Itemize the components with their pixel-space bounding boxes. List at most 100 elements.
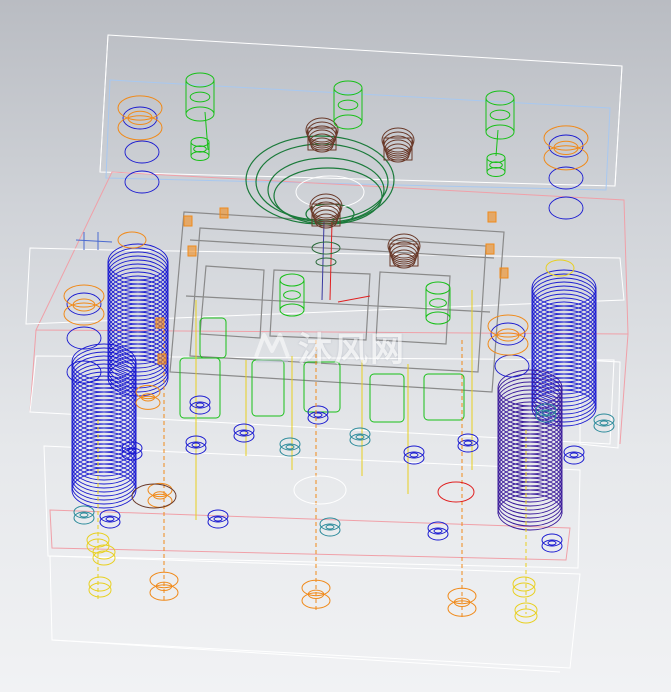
- bush-bottom: [487, 332, 529, 356]
- green-rod: [204, 111, 209, 151]
- brown-ring: [382, 131, 414, 155]
- green-mid: [337, 99, 359, 111]
- spring-coil: [71, 359, 137, 397]
- green-mid: [189, 91, 211, 103]
- yellow-washer: [512, 582, 536, 598]
- spring-coil: [497, 457, 563, 495]
- mold-assembly-wireframe[interactable]: [0, 0, 671, 692]
- green-base: [485, 124, 515, 140]
- spring-coil: [497, 489, 563, 527]
- green-base: [425, 311, 451, 325]
- spring-coil: [497, 397, 563, 435]
- spring-right-upper: [531, 269, 597, 427]
- spring-coil: [531, 325, 597, 363]
- bush-top: [543, 125, 589, 151]
- yellow-washer: [88, 576, 112, 592]
- red-ring: [437, 481, 475, 503]
- screw-hole: [195, 402, 205, 408]
- green-base: [333, 114, 363, 130]
- screw-hole: [409, 452, 419, 458]
- green-base: [190, 151, 210, 161]
- washer: [66, 292, 102, 316]
- washer: [124, 140, 160, 164]
- spring-coil: [107, 255, 169, 293]
- spring-coil: [71, 387, 137, 425]
- screw-hole: [285, 444, 295, 450]
- bushing-mid-left: [63, 284, 105, 326]
- frame-window-left: [199, 265, 265, 339]
- spring-coil: [497, 445, 563, 483]
- spring-coil: [71, 375, 137, 413]
- spring-coil: [107, 279, 169, 317]
- brown-block-1: [305, 117, 339, 153]
- orange-tab: [487, 211, 497, 223]
- green-cap: [425, 281, 451, 295]
- orange-tab: [157, 353, 167, 365]
- screw-hole: [213, 516, 223, 522]
- red-line: [337, 295, 371, 303]
- sprue-column: [311, 221, 341, 301]
- green-cap: [279, 273, 305, 287]
- spring-coil: [531, 345, 597, 383]
- screw: [307, 405, 329, 425]
- screw-hole: [433, 528, 443, 534]
- screw-hole: [355, 434, 365, 440]
- green-cap: [485, 90, 515, 106]
- orange-tab: [219, 207, 229, 219]
- green-lifter: [303, 361, 341, 413]
- frame-rail: [189, 239, 495, 259]
- bush-hole: [72, 298, 96, 312]
- spring-coil: [497, 385, 563, 423]
- bush-hole: [553, 140, 579, 155]
- spring-coil: [71, 471, 137, 509]
- spring-coil: [107, 259, 169, 297]
- yellow-washer: [88, 582, 112, 598]
- green-leader-2: [333, 80, 363, 130]
- spring-coil: [107, 271, 169, 309]
- top-plate-blue-outline: [105, 79, 611, 191]
- spring-coil: [71, 459, 137, 497]
- yellow-washer: [512, 576, 536, 592]
- orange-tab: [155, 317, 165, 329]
- spring-coil: [497, 469, 563, 507]
- frame-rail: [185, 295, 491, 313]
- spring-coil: [71, 399, 137, 437]
- spring-coil: [497, 413, 563, 451]
- spring-left-lower: [71, 343, 137, 509]
- screw: [207, 509, 229, 529]
- cad-viewport[interactable]: 沐风网: [0, 0, 671, 692]
- spring-coil: [497, 409, 563, 447]
- spring-coil: [71, 367, 137, 405]
- spring-coil: [107, 275, 169, 313]
- brown-ring: [384, 139, 412, 159]
- spring-coil: [71, 451, 137, 489]
- green-leader-3: [485, 90, 515, 140]
- screw: [541, 533, 563, 553]
- spring-coil: [71, 343, 137, 381]
- spring-coil: [497, 473, 563, 511]
- spring-coil: [497, 425, 563, 463]
- spring-coil: [497, 429, 563, 467]
- screw-hole: [313, 412, 323, 418]
- screw-hole: [325, 524, 335, 530]
- green-mid: [489, 109, 511, 121]
- spring-coil: [71, 403, 137, 441]
- spring-coil: [497, 417, 563, 455]
- support-plate-pink: [49, 509, 571, 561]
- spring-coil: [71, 435, 137, 473]
- screw: [319, 517, 341, 537]
- spring-coil: [107, 251, 169, 289]
- spring-coil: [71, 407, 137, 445]
- spring-coil: [531, 317, 597, 355]
- spring-coil: [497, 369, 563, 407]
- screw-hole: [599, 420, 609, 426]
- green-leader-5: [425, 281, 451, 325]
- spring-coil: [497, 393, 563, 431]
- screw: [233, 423, 255, 443]
- spring-coil: [71, 415, 137, 453]
- bushing-mid-right: [487, 314, 529, 356]
- spring-coil: [531, 309, 597, 347]
- spring-coil: [531, 281, 597, 319]
- spring-coil: [531, 329, 597, 367]
- spring-coil: [497, 481, 563, 519]
